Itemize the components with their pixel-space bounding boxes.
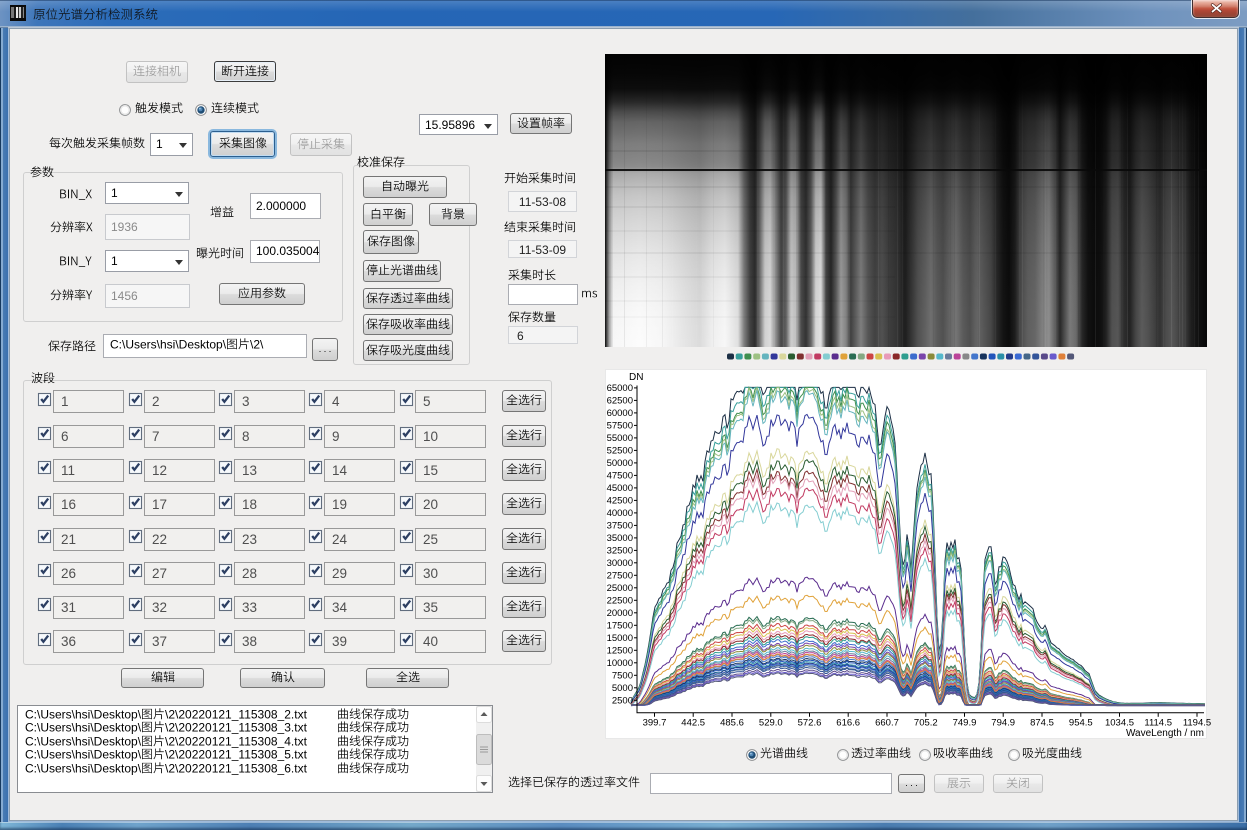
svg-text:572.6: 572.6: [798, 717, 822, 728]
svg-text:\2\20220121_115308_4.txt: \2\20220121_115308_4.txt: [165, 734, 308, 748]
svg-text:62500: 62500: [607, 395, 633, 406]
svg-text:\2\20220121_115308_3.txt: \2\20220121_115308_3.txt: [165, 721, 308, 735]
svg-text:660.7: 660.7: [875, 717, 899, 728]
svg-text:45000: 45000: [607, 483, 633, 494]
svg-text:\2\20220121_115308_2.txt: \2\20220121_115308_2.txt: [165, 707, 308, 721]
svg-text:954.5: 954.5: [1069, 717, 1093, 728]
svg-text:40000: 40000: [607, 508, 633, 519]
svg-text:874.5: 874.5: [1030, 717, 1054, 728]
svg-text:20000: 20000: [607, 608, 633, 619]
svg-text:37500: 37500: [607, 520, 633, 531]
svg-text:15000: 15000: [607, 633, 633, 644]
svg-text:C:\Users\hsi\Desktop\: C:\Users\hsi\Desktop\: [110, 337, 227, 351]
svg-text:399.7: 399.7: [643, 717, 667, 728]
svg-text:30000: 30000: [607, 558, 633, 569]
svg-text:47500: 47500: [607, 470, 633, 481]
svg-text:7500: 7500: [612, 670, 633, 681]
svg-text:C:\Users\hsi\Desktop\: C:\Users\hsi\Desktop\: [25, 707, 142, 721]
svg-text:65000: 65000: [607, 383, 633, 394]
svg-text:50000: 50000: [607, 458, 633, 469]
svg-text:60000: 60000: [607, 408, 633, 419]
svg-text:616.6: 616.6: [836, 717, 860, 728]
svg-text:42500: 42500: [607, 495, 633, 506]
svg-text:\2\: \2\: [250, 337, 264, 351]
svg-text:442.5: 442.5: [681, 717, 705, 728]
svg-text:5000: 5000: [612, 683, 633, 694]
svg-text:794.9: 794.9: [991, 717, 1015, 728]
svg-text:C:\Users\hsi\Desktop\: C:\Users\hsi\Desktop\: [25, 761, 142, 775]
svg-text:17500: 17500: [607, 620, 633, 631]
svg-text:749.9: 749.9: [953, 717, 977, 728]
svg-text:1194.5: 1194.5: [1183, 717, 1211, 728]
svg-text:22500: 22500: [607, 595, 633, 606]
svg-text:C:\Users\hsi\Desktop\: C:\Users\hsi\Desktop\: [25, 747, 142, 761]
svg-text:\2\20220121_115308_6.txt: \2\20220121_115308_6.txt: [165, 761, 308, 775]
svg-text:32500: 32500: [607, 545, 633, 556]
svg-text:WaveLength / nm: WaveLength / nm: [1126, 728, 1204, 739]
svg-text:27500: 27500: [607, 570, 633, 581]
svg-text:\2\20220121_115308_5.txt: \2\20220121_115308_5.txt: [165, 747, 308, 761]
svg-text:55000: 55000: [607, 433, 633, 444]
svg-text:35000: 35000: [607, 533, 633, 544]
svg-text:52500: 52500: [607, 445, 633, 456]
svg-text:12500: 12500: [607, 645, 633, 656]
svg-text:1114.5: 1114.5: [1144, 717, 1172, 728]
svg-text:1034.5: 1034.5: [1105, 717, 1134, 728]
svg-text:529.0: 529.0: [759, 717, 783, 728]
svg-text:25000: 25000: [607, 583, 633, 594]
svg-text:485.6: 485.6: [720, 717, 744, 728]
svg-text:2500: 2500: [612, 695, 633, 706]
svg-text:705.2: 705.2: [914, 717, 938, 728]
svg-text:DN: DN: [629, 372, 643, 383]
svg-text:57500: 57500: [607, 420, 633, 431]
svg-text:C:\Users\hsi\Desktop\: C:\Users\hsi\Desktop\: [25, 721, 142, 735]
svg-text:C:\Users\hsi\Desktop\: C:\Users\hsi\Desktop\: [25, 734, 142, 748]
svg-text:10000: 10000: [607, 658, 633, 669]
